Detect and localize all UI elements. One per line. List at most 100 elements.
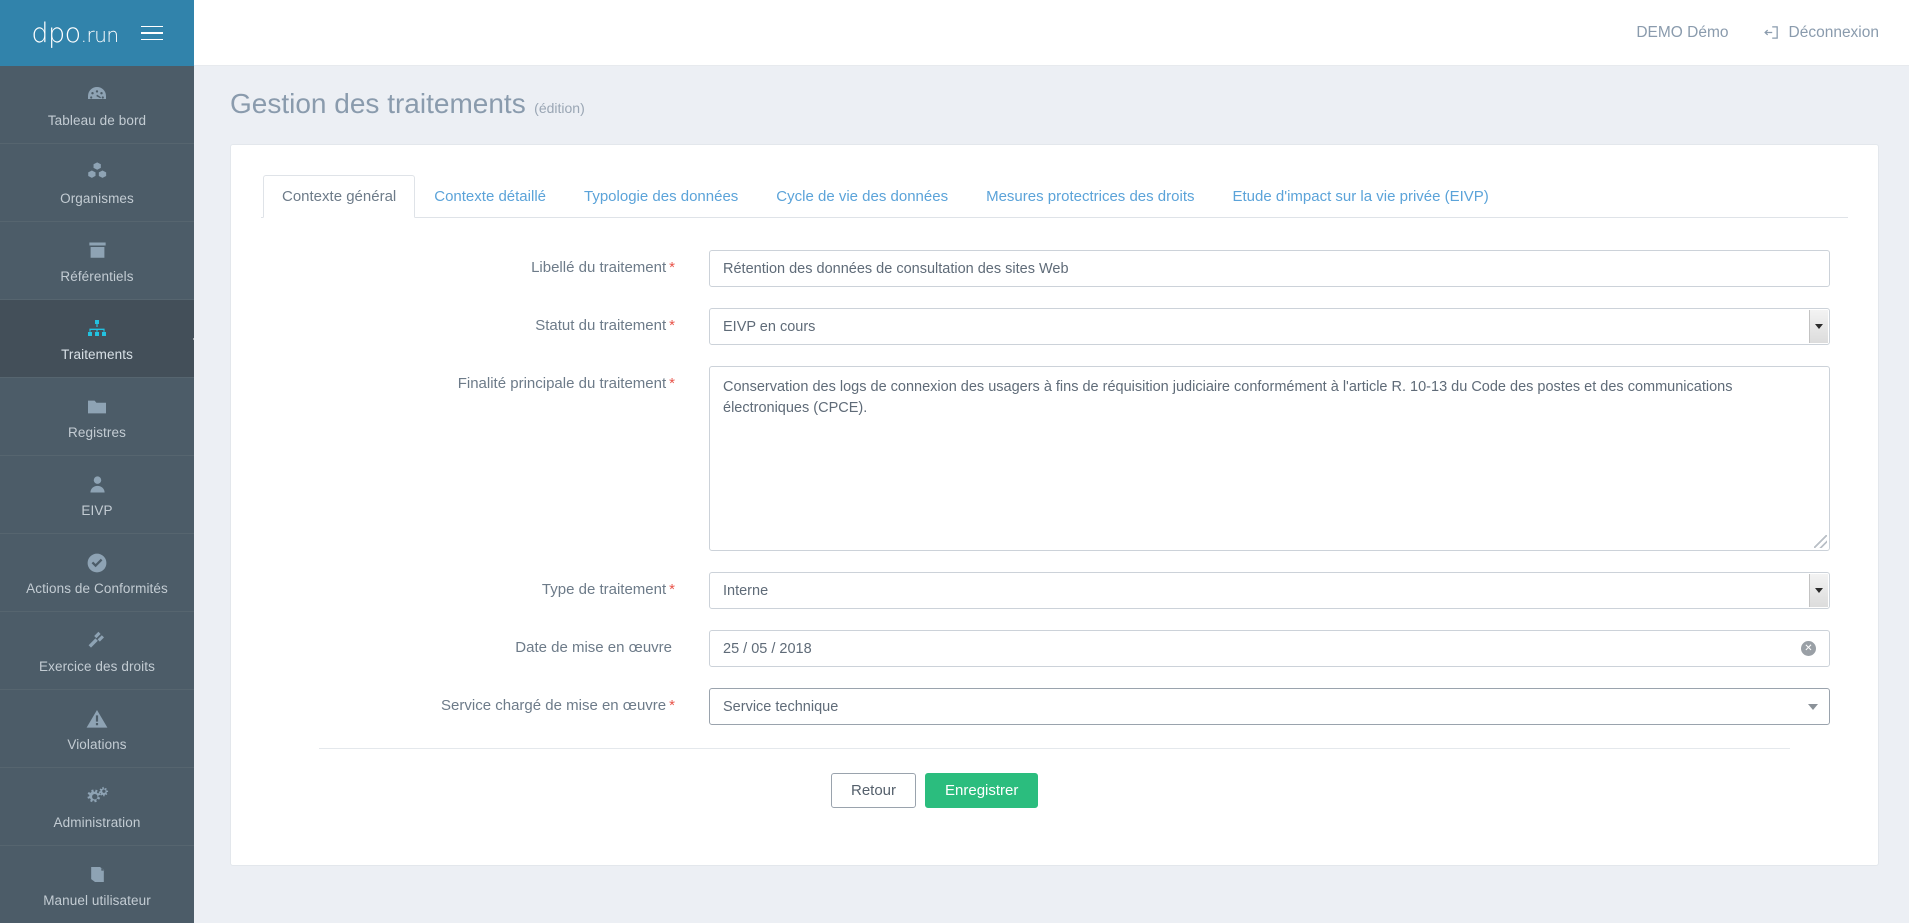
app-root: dpo.run Tableau de bord Organismes Référ… [0, 0, 1909, 923]
tab-typologie-des-donnees[interactable]: Typologie des données [565, 175, 757, 218]
main-area: DEMO Démo Déconnexion Gestion des traite… [194, 0, 1909, 923]
page-header: Gestion des traitements (édition) [194, 66, 1909, 120]
field-row-finalite: Finalité principale du traitement * Conse… [279, 366, 1830, 551]
form-actions: Retour Enregistrer [279, 749, 1830, 808]
control-service: Service technique [709, 688, 1830, 725]
finalite-text: Conservation des logs de connexion des u… [723, 379, 1733, 416]
required-marker: * [669, 317, 675, 334]
control-finalite: Conservation des logs de connexion des u… [709, 366, 1830, 551]
finalite-textarea[interactable]: Conservation des logs de connexion des u… [709, 366, 1830, 551]
logo-name: dpo [31, 17, 81, 49]
save-button[interactable]: Enregistrer [925, 773, 1039, 808]
control-statut: EIVP en cours [709, 308, 1830, 345]
required-marker: * [669, 697, 675, 714]
boxes-icon [85, 160, 110, 186]
field-row-date-mise-en-oeuvre: Date de mise en œuvre 25 / 05 / 2018 ✕ [279, 630, 1830, 667]
clear-circle-x-icon[interactable]: ✕ [1801, 641, 1816, 656]
field-row-service: Service chargé de mise en œuvre * Service… [279, 688, 1830, 725]
label-libelle: Libellé du traitement * [279, 250, 709, 276]
warning-triangle-icon [85, 706, 109, 732]
folder-icon [85, 394, 109, 420]
label-type: Type de traitement * [279, 572, 709, 598]
app-logo[interactable]: dpo.run [31, 17, 119, 49]
service-selected-value: Service technique [723, 698, 839, 715]
top-bar: DEMO Démo Déconnexion [194, 0, 1909, 66]
check-circle-icon [85, 550, 109, 576]
sidebar-item-label: EIVP [81, 502, 113, 518]
field-row-statut: Statut du traitement * EIVP en cours [279, 308, 1830, 345]
sidebar-item-label: Administration [53, 814, 141, 830]
control-libelle: Rétention des données de consultation de… [709, 250, 1830, 287]
sidebar-item-manuel-utilisateur[interactable]: Manuel utilisateur [0, 846, 194, 923]
sidebar-nav: Tableau de bord Organismes Référentiels … [0, 66, 194, 923]
tab-contexte-detaille[interactable]: Contexte détaillé [415, 175, 565, 218]
statut-select[interactable]: EIVP en cours [709, 308, 1830, 345]
sidebar-item-label: Traitements [61, 346, 133, 362]
sidebar-item-label: Manuel utilisateur [43, 892, 151, 908]
service-select[interactable]: Service technique [709, 688, 1830, 725]
required-marker: * [669, 581, 675, 598]
sidebar-item-organismes[interactable]: Organismes [0, 144, 194, 222]
gavel-icon [85, 628, 109, 654]
type-selected-value: Interne [723, 582, 769, 599]
chevron-down-icon[interactable] [1808, 703, 1818, 710]
chevron-down-icon[interactable] [1809, 310, 1828, 343]
page-title: Gestion des traitements [230, 88, 526, 119]
label-finalite: Finalité principale du traitement * [279, 366, 709, 392]
sidebar-item-administration[interactable]: Administration [0, 768, 194, 846]
label-text: Finalité principale du traitement [457, 375, 667, 392]
tab-cycle-de-vie-des-donnees[interactable]: Cycle de vie des données [757, 175, 967, 218]
dashboard-gauge-icon [85, 82, 109, 108]
sidebar-item-label: Actions de Conformités [26, 580, 168, 596]
date-input[interactable]: 25 / 05 / 2018 ✕ [709, 630, 1830, 667]
sidebar-item-referentiels[interactable]: Référentiels [0, 222, 194, 300]
label-text: Libellé du traitement [531, 259, 667, 276]
tab-bar: Contexte général Contexte détaillé Typol… [261, 175, 1848, 218]
tab-mesures-protectrices-des-droits[interactable]: Mesures protectrices des droits [967, 175, 1213, 218]
hamburger-icon[interactable] [140, 25, 163, 41]
user-icon [86, 472, 109, 498]
control-date-mise-en-oeuvre: 25 / 05 / 2018 ✕ [709, 630, 1830, 667]
libelle-input[interactable]: Rétention des données de consultation de… [709, 250, 1830, 287]
sign-out-icon [1763, 24, 1780, 41]
sidebar-item-exercice-des-droits[interactable]: Exercice des droits [0, 612, 194, 690]
book-icon [86, 862, 109, 888]
type-select[interactable]: Interne [709, 572, 1830, 609]
label-text: Type de traitement [541, 581, 667, 598]
current-user-label: DEMO Démo [1636, 23, 1729, 41]
statut-selected-value: EIVP en cours [723, 318, 816, 335]
sidebar-item-traitements[interactable]: Traitements [0, 300, 194, 378]
sidebar-item-registres[interactable]: Registres [0, 378, 194, 456]
sidebar-item-label: Organismes [60, 190, 134, 206]
control-type: Interne [709, 572, 1830, 609]
sidebar-item-label: Référentiels [60, 268, 134, 284]
label-service: Service chargé de mise en œuvre * [279, 688, 709, 714]
field-row-type: Type de traitement * Interne [279, 572, 1830, 609]
tab-etude-impact-vie-privee[interactable]: Etude d'impact sur la vie privée (EIVP) [1214, 175, 1508, 218]
logout-label: Déconnexion [1788, 23, 1879, 41]
traitement-form: Libellé du traitement * Rétention des don… [261, 218, 1848, 808]
gears-icon [85, 784, 110, 810]
resize-handle-icon[interactable] [1814, 535, 1827, 548]
sidebar-item-violations[interactable]: Violations [0, 690, 194, 768]
sidebar: dpo.run Tableau de bord Organismes Référ… [0, 0, 194, 923]
tab-contexte-general[interactable]: Contexte général [263, 175, 416, 218]
label-statut: Statut du traitement * [279, 308, 709, 334]
label-date-mise-en-oeuvre: Date de mise en œuvre [279, 630, 709, 656]
sidebar-item-label: Registres [68, 424, 126, 440]
sidebar-item-eivp[interactable]: EIVP [0, 456, 194, 534]
required-marker: * [669, 259, 675, 276]
logo-suffix: .run [80, 22, 119, 47]
sidebar-item-label: Violations [67, 736, 127, 752]
label-text: Service chargé de mise en œuvre [441, 697, 667, 714]
chevron-down-icon[interactable] [1809, 574, 1828, 607]
sitemap-icon [85, 316, 109, 342]
back-button[interactable]: Retour [831, 773, 917, 808]
logout-button[interactable]: Déconnexion [1763, 24, 1879, 42]
sidebar-item-tableau-de-bord[interactable]: Tableau de bord [0, 66, 194, 144]
label-text: Date de mise en œuvre [515, 639, 672, 656]
sidebar-item-actions-de-conformites[interactable]: Actions de Conformités [0, 534, 194, 612]
sidebar-item-label: Exercice des droits [39, 658, 155, 674]
date-value: 25 / 05 / 2018 [723, 640, 812, 657]
archive-box-icon [86, 238, 109, 264]
